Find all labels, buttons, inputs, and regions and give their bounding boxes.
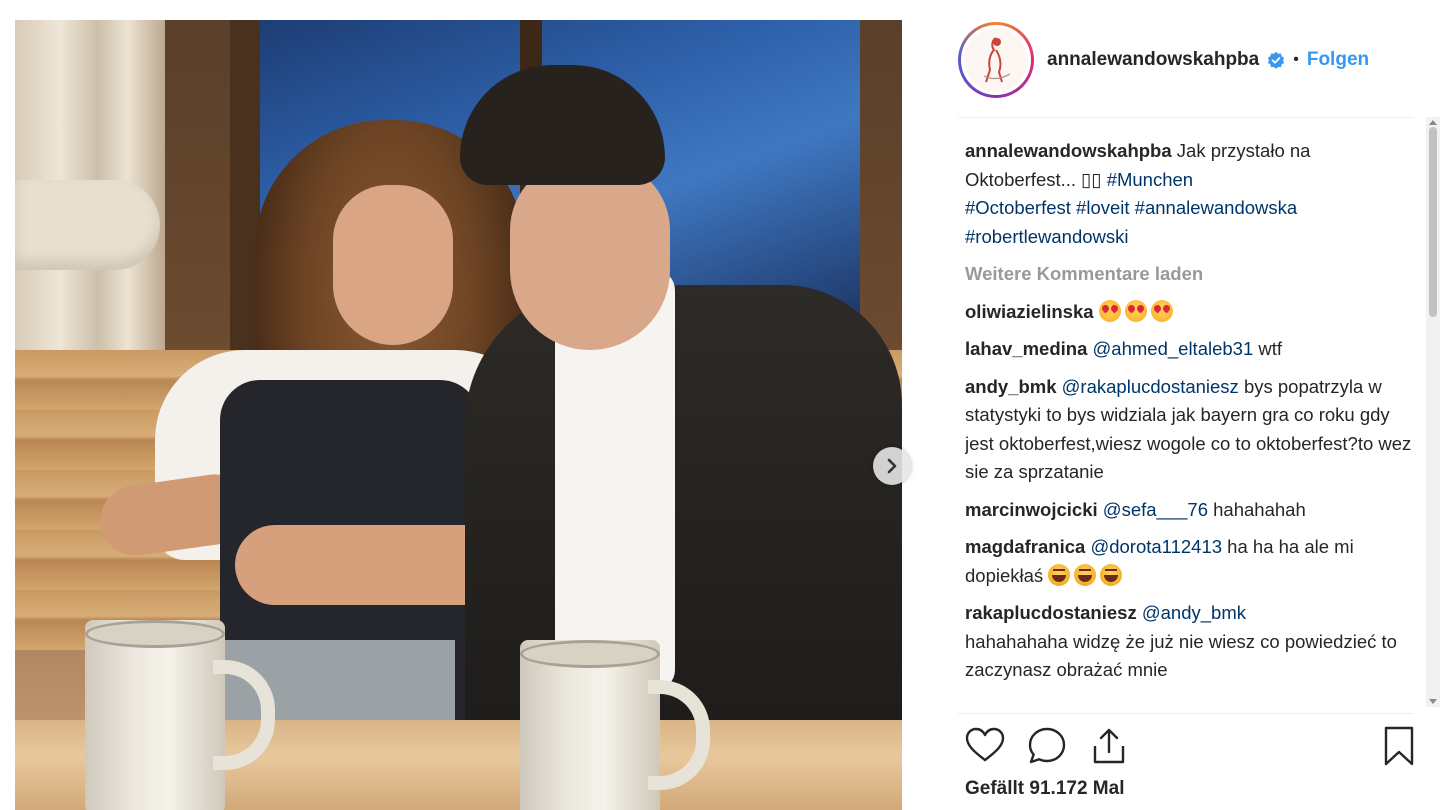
bookmark-icon: [1384, 726, 1414, 766]
header-divider: [958, 117, 1414, 118]
photo-man-face: [510, 160, 670, 350]
chevron-right-icon: [887, 458, 897, 474]
comment-username[interactable]: andy_bmk: [965, 376, 1057, 397]
header-separator: •: [1293, 51, 1299, 68]
photo-woman-face: [333, 185, 453, 345]
share-icon: [1093, 728, 1125, 764]
post-header: annalewandowskahpba • Folgen: [958, 18, 1414, 102]
likes-count[interactable]: Gefällt 91.172 Mal: [965, 778, 1124, 800]
list-item: andy_bmk @rakaplucdostaniesz bys popatrz…: [965, 373, 1420, 487]
hashtag-link[interactable]: #robertlewandowski: [965, 226, 1129, 247]
hashtag-link[interactable]: #loveit: [1071, 197, 1130, 218]
laughing-emoji-icon: [1074, 563, 1097, 586]
hashtag-link[interactable]: #Munchen: [1107, 169, 1193, 190]
post-username[interactable]: annalewandowskahpba: [1047, 49, 1259, 71]
follow-button[interactable]: Folgen: [1307, 49, 1369, 71]
comment-mention[interactable]: @rakaplucdostaniesz: [1062, 376, 1239, 397]
like-button[interactable]: [963, 724, 1007, 768]
load-more-comments-button[interactable]: Weitere Kommentare laden: [965, 260, 1420, 289]
comment-username[interactable]: oliwiazielinska: [965, 301, 1094, 322]
photo-beer-mug: [85, 620, 275, 810]
list-item: rakaplucdostaniesz @andy_bmk hahahahaha …: [965, 599, 1420, 685]
verified-badge-icon: [1268, 51, 1285, 69]
next-photo-button[interactable]: [873, 447, 911, 485]
laughing-emoji-icon: [1100, 563, 1123, 586]
comments-list[interactable]: annalewandowskahpba Jak przystało na Okt…: [965, 137, 1420, 717]
photo-beer-mug: [520, 640, 710, 810]
photo-curtain-tie: [15, 180, 160, 270]
avatar[interactable]: [958, 22, 1034, 98]
scroll-down-arrow-icon[interactable]: [1429, 699, 1437, 704]
hashtag-link[interactable]: #annalewandowska: [1130, 197, 1298, 218]
heart-eyes-emoji-icon: [1124, 299, 1147, 322]
comment-mention[interactable]: @ahmed_eltaleb31: [1093, 338, 1254, 359]
comment-mention[interactable]: @sefa___76: [1103, 499, 1208, 520]
list-item: magdafranica @dorota112413 ha ha ha ale …: [965, 533, 1420, 590]
caption-username[interactable]: annalewandowskahpba: [965, 140, 1172, 161]
save-button[interactable]: [1377, 724, 1421, 768]
speech-bubble-icon: [1028, 727, 1066, 764]
comment-mention[interactable]: @dorota112413: [1090, 536, 1222, 557]
laughing-emoji-icon: [1048, 563, 1071, 586]
comment-mention[interactable]: @andy_bmk: [1142, 602, 1246, 623]
heart-icon: [965, 727, 1005, 762]
heart-eyes-emoji-icon: [1150, 299, 1173, 322]
scroll-up-arrow-icon[interactable]: [1429, 120, 1437, 125]
comment-username[interactable]: rakaplucdostaniesz: [965, 602, 1137, 623]
comment-text: hahahahah: [1208, 498, 1306, 520]
comment-text: hahahahaha widzę że już nie wiesz co pow…: [965, 630, 1397, 681]
scrollbar-thumb[interactable]: [1429, 127, 1437, 317]
actions-divider: [958, 713, 1414, 714]
comment-username[interactable]: magdafranica: [965, 536, 1085, 557]
caption: annalewandowskahpba Jak przystało na Okt…: [965, 137, 1420, 251]
post-photo[interactable]: [15, 20, 902, 810]
heart-eyes-emoji-icon: [1098, 299, 1121, 322]
comment-username[interactable]: lahav_medina: [965, 338, 1087, 359]
comment-username[interactable]: marcinwojcicki: [965, 499, 1098, 520]
list-item: marcinwojcicki @sefa___76 hahahahah: [965, 496, 1420, 525]
share-button[interactable]: [1087, 724, 1131, 768]
comment-text: wtf: [1253, 338, 1283, 359]
avatar-logo-icon: [983, 37, 1011, 83]
comment-button[interactable]: [1025, 724, 1069, 768]
list-item: oliwiazielinska: [965, 298, 1420, 327]
list-item: lahav_medina @ahmed_eltaleb31 wtf: [965, 335, 1420, 364]
comments-scrollbar[interactable]: [1426, 117, 1440, 707]
hashtag-link[interactable]: #Octoberfest: [965, 197, 1071, 218]
post-actions: [963, 724, 1418, 770]
